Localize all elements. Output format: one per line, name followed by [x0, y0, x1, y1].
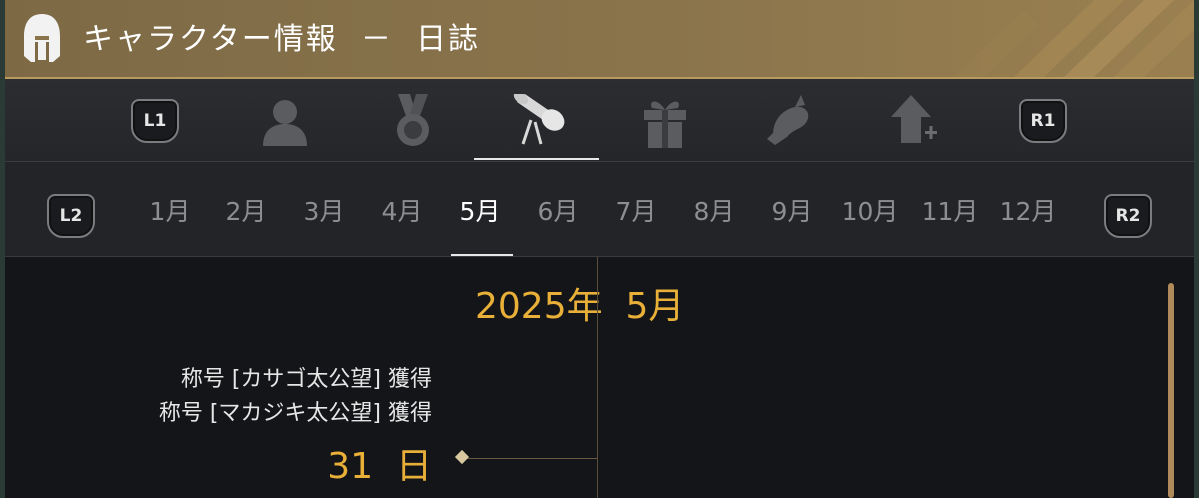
timeline-connector	[467, 458, 597, 459]
tab-achievements[interactable]	[383, 93, 443, 149]
timeline-marker	[454, 449, 470, 465]
tab-rewards[interactable]	[635, 93, 695, 149]
month-tab[interactable]: 11月	[915, 192, 985, 228]
journal-event: 称号 [マカジキ太公望] 獲得	[158, 401, 432, 426]
medal-icon	[397, 94, 429, 146]
tab-journal[interactable]	[509, 93, 569, 149]
title-decoration	[954, 0, 1194, 77]
scroll-icon	[513, 94, 565, 145]
month-tab[interactable]: 2月	[211, 192, 281, 228]
l1-button[interactable]: L1	[131, 99, 179, 143]
journal-event: 称号 [カサゴ太公望] 獲得	[180, 367, 432, 392]
month-tab[interactable]: 3月	[289, 192, 359, 228]
tab-fishing[interactable]	[761, 93, 821, 149]
journal-content: 2025年 5月 称号 [カサゴ太公望] 獲得 称号 [マカジキ太公望] 獲得 …	[5, 257, 1194, 498]
month-bar: L2 1月 2月 3月 4月 5月 6月 7月 8月 9月 10月 11月 12月 R2	[5, 162, 1194, 257]
tab-growth[interactable]	[885, 93, 945, 149]
timeline-line	[597, 257, 598, 498]
window-title: キャラクター情報 － 日誌	[83, 22, 480, 57]
person-icon	[263, 100, 307, 146]
level-up-icon	[891, 95, 937, 143]
month-tab[interactable]: 6月	[523, 192, 593, 228]
active-tab-indicator	[474, 158, 599, 160]
gift-icon	[644, 101, 686, 148]
scrollbar[interactable]	[1168, 283, 1174, 498]
active-month-indicator	[451, 254, 513, 256]
r2-button[interactable]: R2	[1104, 194, 1152, 238]
journal-window: キャラクター情報 － 日誌 L1 R1 L2 1月 2月 3月 4月 5月 6月…	[5, 0, 1194, 498]
month-tab[interactable]: 4月	[367, 192, 437, 228]
journal-heading: 2025年 5月	[475, 286, 685, 327]
month-tab[interactable]: 9月	[757, 192, 827, 228]
month-tab[interactable]: 10月	[835, 192, 905, 228]
l2-button[interactable]: L2	[47, 194, 95, 238]
month-tab[interactable]: 8月	[679, 192, 749, 228]
month-tab[interactable]: 1月	[135, 192, 205, 228]
title-bar: キャラクター情報 － 日誌	[5, 0, 1194, 79]
tab-profile[interactable]	[255, 93, 315, 149]
month-tab[interactable]: 12月	[993, 192, 1063, 228]
helmet-icon	[24, 14, 60, 62]
r1-button[interactable]: R1	[1019, 99, 1067, 143]
month-tab[interactable]: 5月	[445, 192, 515, 228]
fish-icon	[767, 95, 809, 145]
category-tab-bar: L1 R1	[5, 79, 1194, 162]
month-tab[interactable]: 7月	[601, 192, 671, 228]
journal-day: 31 日	[327, 446, 432, 487]
